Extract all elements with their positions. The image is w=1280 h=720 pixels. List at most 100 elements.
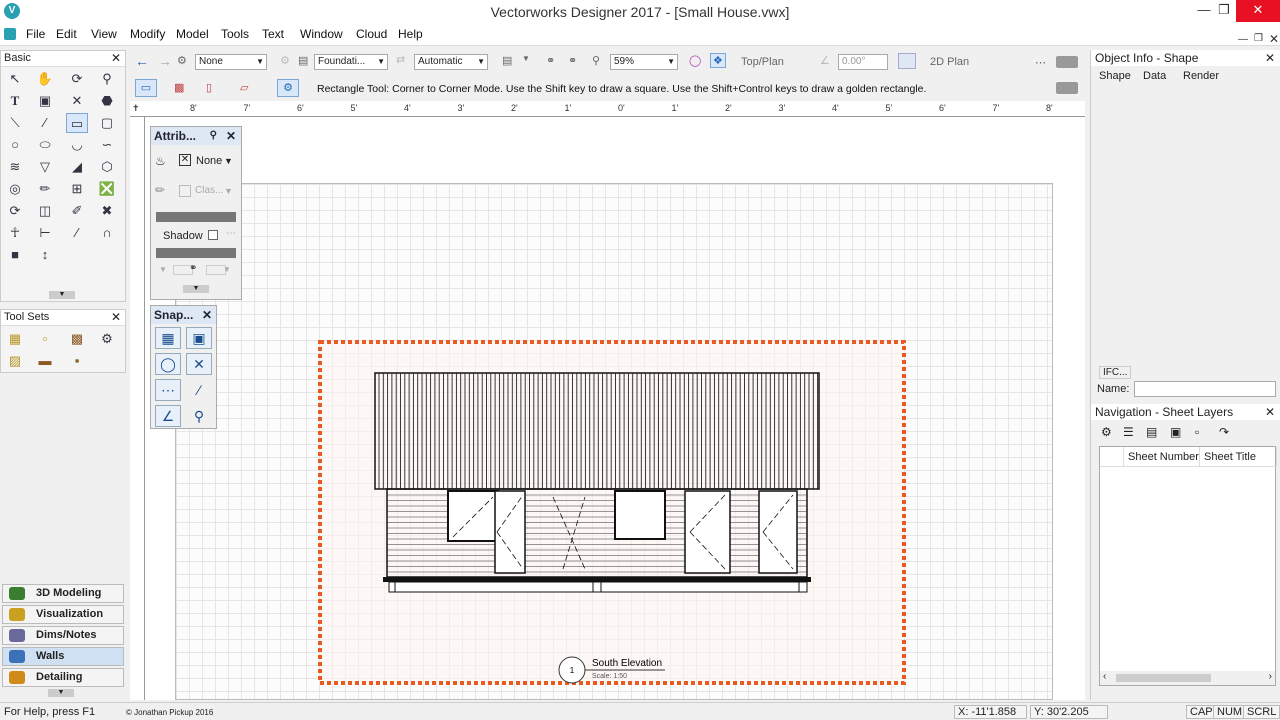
class-options-icon[interactable]: ⚙ (280, 54, 290, 67)
scrollbar-thumb[interactable] (1116, 674, 1211, 682)
furniture-icon[interactable]: ▩ (66, 329, 88, 349)
landscape-icon[interactable]: ▨ (4, 351, 26, 371)
rounded-rectangle-icon[interactable]: ▢ (96, 113, 118, 133)
rotated-mode-icon[interactable]: ▱ (240, 81, 248, 94)
angle-field[interactable]: 0.00° (838, 54, 888, 70)
chevron-down-icon[interactable]: ▼ (224, 186, 233, 196)
sheet-layer-list[interactable]: Sheet Number Sheet Title ‹ › (1099, 446, 1277, 686)
menu-file[interactable]: File (26, 27, 45, 41)
close-icon[interactable]: ✕ (226, 127, 236, 145)
line-weight-bar[interactable] (156, 212, 236, 222)
edge-mode-icon[interactable]: ▯ (206, 81, 212, 94)
mdi-close-icon[interactable]: ✕ (1269, 32, 1279, 46)
oval-icon[interactable]: ⬭ (34, 135, 56, 155)
arc-icon[interactable]: ◡ (66, 135, 88, 155)
stamp-icon[interactable]: ■ (4, 245, 26, 265)
regular-polygon-icon[interactable]: ⬡ (96, 157, 118, 177)
reshape-icon[interactable]: ✐ (66, 201, 88, 221)
sheet-icon[interactable]: ▤ (1146, 425, 1157, 439)
callout-icon[interactable]: ▣ (34, 91, 56, 111)
fill-bucket-icon[interactable]: ♨ (155, 154, 166, 168)
snap-grid-icon[interactable]: ▦ (155, 327, 181, 349)
horizontal-scrollbar[interactable]: ‹ › (1100, 671, 1275, 685)
ifc-button[interactable]: IFC... (1099, 366, 1132, 379)
smart-points-icon[interactable]: ∠ (155, 405, 181, 427)
column-icon[interactable]: ▬ (34, 351, 56, 371)
drawing-canvas[interactable]: 1 South Elevation Scale: 1:50 (145, 117, 1085, 700)
chevron-down-icon[interactable]: ▼ (159, 265, 167, 274)
ruler-horizontal[interactable]: ✝ 8' 7' 6' 5' 4' 3' 2' 1' 0' 1' 2' 3' 4' 5' 6' 7' 8' (130, 101, 1085, 117)
chamfer-icon[interactable]: ∕ (66, 223, 88, 243)
pen-class-value[interactable]: Clas... (195, 185, 223, 196)
fillet-icon[interactable]: ⊢ (34, 223, 56, 243)
layers-icon[interactable]: ☰ (1123, 425, 1134, 439)
magnify-icon[interactable]: ⚲ (592, 54, 600, 67)
split-icon[interactable]: ✖ (96, 201, 118, 221)
snapping-palette-header[interactable]: Snap... ✕ (151, 306, 216, 324)
snap-tangent-icon[interactable]: ∕ (186, 379, 212, 401)
chevron-down-icon[interactable]: ▼ (224, 156, 233, 166)
menu-text[interactable]: Text (262, 27, 284, 41)
column-sheet-title[interactable]: Sheet Title (1200, 447, 1277, 467)
forward-icon[interactable]: → (158, 53, 172, 69)
doc-icon[interactable] (4, 28, 16, 40)
selection-icon[interactable]: ↖ (4, 69, 26, 89)
text-icon[interactable]: T (4, 91, 26, 111)
close-icon[interactable]: ✕ (1265, 404, 1275, 420)
chevron-down-icon[interactable]: ▼ (522, 54, 530, 63)
double-polygon-icon[interactable]: ◢ (66, 157, 88, 177)
locus-icon[interactable]: ✕ (66, 91, 88, 111)
pin-icon[interactable]: ⚲ (210, 127, 217, 145)
saved-views-icon[interactable]: ▤ (502, 54, 512, 67)
menu-window[interactable]: Window (300, 27, 343, 41)
plane-icon[interactable] (898, 53, 916, 69)
toolset-dims-notes[interactable]: Dims/Notes (2, 626, 124, 645)
menu-help[interactable]: Help (398, 27, 423, 41)
menu-model[interactable]: Model (176, 27, 209, 41)
zoom-selection-icon[interactable]: ⚭ (568, 54, 577, 67)
snap-object-icon[interactable]: ▣ (186, 327, 212, 349)
attribute-mapping-icon[interactable]: ❎ (96, 179, 118, 199)
corner-mode-icon[interactable]: ▭ (135, 79, 157, 97)
class-icon[interactable]: ⚙ (177, 54, 187, 67)
menu-tools[interactable]: Tools (221, 27, 249, 41)
menu-modify[interactable]: Modify (130, 27, 165, 41)
mdi-restore-icon[interactable]: ❐ (1254, 33, 1263, 44)
double-line-icon[interactable]: ∕ (34, 113, 56, 133)
tab-data[interactable]: Data (1143, 70, 1166, 82)
measure-icon[interactable]: ↕ (34, 245, 56, 265)
settings-icon[interactable]: ⚙ (1101, 425, 1112, 439)
column-sheet-number[interactable]: Sheet Number (1124, 447, 1200, 467)
toolset-3d-modeling[interactable]: 3D Modeling (2, 584, 124, 603)
line-icon[interactable]: ⟍ (4, 113, 26, 133)
references-icon[interactable]: ▫ (1195, 425, 1199, 439)
connect-icon[interactable]: ∩ (96, 223, 118, 243)
link-icon[interactable]: ⚭ (189, 263, 197, 274)
fill-value[interactable]: None (196, 155, 222, 167)
viewport-icon[interactable]: ▣ (1170, 425, 1181, 439)
mirror-icon[interactable]: ◫ (34, 201, 56, 221)
layer-select[interactable]: Foundati... ▼ (314, 54, 388, 70)
menu-edit[interactable]: Edit (56, 27, 77, 41)
3d-locus-icon[interactable]: ⬣ (96, 91, 118, 111)
more-icon[interactable]: ⋯ (1035, 56, 1046, 69)
layer-options-icon[interactable]: ⇄ (396, 53, 405, 66)
chevron-right-icon[interactable]: › (1269, 671, 1272, 682)
offset-icon[interactable]: ☥ (4, 223, 26, 243)
close-icon[interactable]: ✕ (202, 306, 212, 324)
close-icon[interactable]: ✕ (111, 310, 121, 325)
tab-shape[interactable]: Shape (1099, 70, 1131, 82)
folder-icon[interactable]: ▦ (4, 329, 26, 349)
rectangle-icon[interactable]: ▭ (66, 113, 88, 133)
more-icon[interactable]: ⋯ (226, 228, 236, 239)
object-info-header[interactable]: Object Info - Shape ✕ (1091, 50, 1280, 66)
chevron-down-icon[interactable]: ▼ (223, 265, 231, 274)
smart-edge-icon[interactable]: ⚲ (186, 405, 212, 427)
center-mode-icon[interactable]: ▩ (174, 81, 184, 94)
layer-icon[interactable]: ▤ (298, 54, 308, 67)
pen-icon[interactable]: ✏ (155, 183, 165, 197)
trim-icon[interactable]: ⊞ (66, 179, 88, 199)
toggle-icon[interactable] (1056, 82, 1078, 94)
spiral-icon[interactable]: ◎ (4, 179, 26, 199)
projection-icon[interactable]: ◯ (689, 54, 701, 67)
